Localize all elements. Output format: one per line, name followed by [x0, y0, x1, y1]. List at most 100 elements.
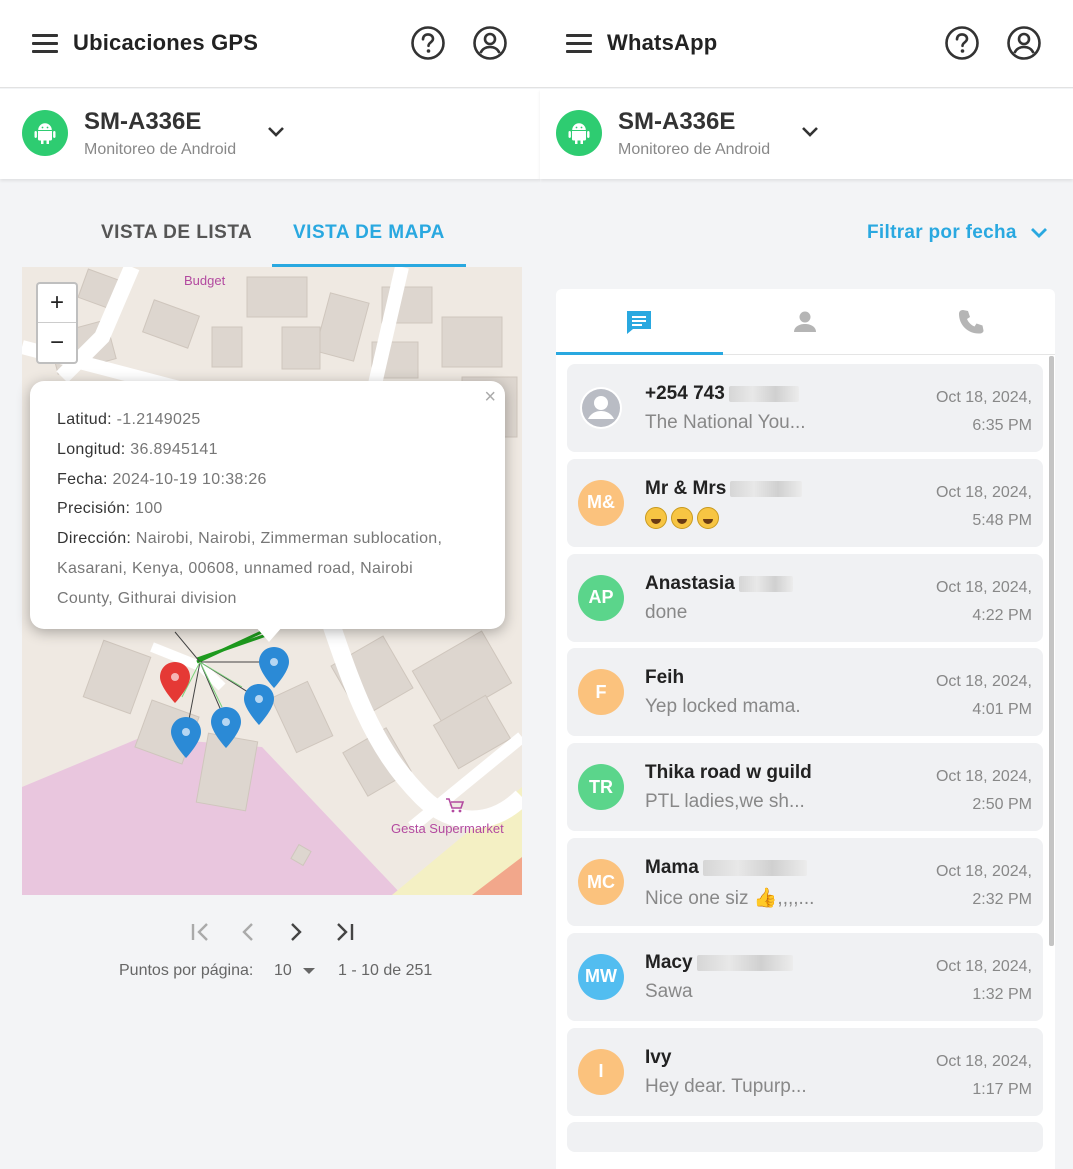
- chat-last-message: Yep locked mama.: [645, 696, 801, 718]
- popup-date: Fecha: 2024-10-19 10:38:26: [57, 470, 267, 488]
- chat-last-message: Sawa: [645, 980, 693, 1002]
- chat-item[interactable]: +254 743 The National You... Oct 18, 2024,…: [567, 364, 1043, 452]
- chat-name: Mr & Mrs: [645, 478, 803, 500]
- avatar: F: [578, 669, 624, 716]
- laughing-emoji-icon: [645, 506, 667, 529]
- chat-timestamp: Oct 18, 2024, 4:01 PM: [935, 673, 1032, 719]
- avatar: M&: [578, 479, 624, 526]
- popup-address-line3: County, Githurai division: [57, 589, 237, 607]
- scrollbar[interactable]: [1049, 356, 1054, 946]
- popup-tip: [255, 626, 283, 642]
- chat-name: Feih: [645, 667, 685, 689]
- redacted-text: [738, 575, 793, 592]
- map-label-supermarket: Gesta Supermarket: [391, 821, 504, 836]
- avatar: I: [578, 1048, 624, 1095]
- device-name: SM-A336E: [618, 108, 736, 135]
- device-selector[interactable]: SM-A336E Monitoreo de Android: [0, 89, 540, 179]
- chat-timestamp: Oct 18, 2024, 1:32 PM: [935, 957, 1032, 1003]
- chat-last-message: The National You...: [645, 412, 806, 433]
- gps-panel: Ubicaciones GPS SM-A336E Monitoreo de An…: [0, 0, 540, 1169]
- chat-name: Mama: [645, 857, 807, 879]
- tab-calls-icon[interactable]: [956, 307, 986, 337]
- chat-item[interactable]: M& Mr & Mrs Oct 18, 2024, 5:48 PM: [567, 458, 1043, 547]
- gps-top-bar: Ubicaciones GPS: [0, 0, 540, 88]
- pagination-range: 1 - 10 de 251: [338, 962, 433, 979]
- tab-active-indicator: [556, 352, 723, 355]
- android-icon: [22, 110, 68, 156]
- chat-last-message: done: [645, 601, 688, 623]
- chat-item[interactable]: I Ivy Hey dear. Tupurp... Oct 18, 2024, 1:17…: [567, 1027, 1043, 1116]
- chat-item[interactable]: MC Mama Nice one siz 👍,,,,... Oct 18, 2024,…: [567, 838, 1043, 926]
- zoom-in-button[interactable]: +: [38, 284, 76, 323]
- chat-timestamp: Oct 18, 2024, 6:35 PM: [935, 389, 1032, 434]
- popup-address: Dirección: Nairobi, Nairobi, Zimmerman s…: [57, 530, 443, 548]
- account-icon[interactable]: [472, 25, 508, 61]
- chevron-down-icon[interactable]: [800, 125, 820, 139]
- per-page-select[interactable]: 10: [274, 962, 292, 980]
- chat-timestamp: Oct 18, 2024, 5:48 PM: [935, 483, 1032, 529]
- redacted-text: [728, 385, 799, 402]
- chat-name: +254 743: [645, 383, 799, 405]
- chat-name: Macy: [645, 952, 793, 974]
- redacted-text: [730, 480, 803, 497]
- page-title: WhatsApp: [607, 30, 718, 55]
- chat-timestamp: Oct 18, 2024, 4:22 PM: [935, 578, 1032, 624]
- popup-latitude: Latitud: -1.2149025: [57, 411, 201, 428]
- laughing-emoji-icon: [671, 506, 693, 529]
- chat-last-message: PTL ladies,we sh...: [645, 791, 805, 813]
- device-selector[interactable]: SM-A336E Monitoreo de Android: [540, 89, 1073, 179]
- chat-last-message: Nice one siz 👍,,,,...: [645, 888, 815, 909]
- per-page-label: Puntos por página:: [119, 962, 254, 979]
- avatar: [578, 385, 624, 431]
- chat-tabs: [556, 289, 1055, 355]
- menu-icon[interactable]: [32, 34, 58, 54]
- redacted-text: [702, 859, 807, 876]
- tab-contacts-icon[interactable]: [790, 307, 820, 337]
- chat-timestamp: Oct 18, 2024, 2:32 PM: [935, 863, 1032, 908]
- chat-timestamp: Oct 18, 2024, 1:17 PM: [935, 1052, 1032, 1098]
- previous-page-icon[interactable]: [235, 918, 263, 946]
- chat-item[interactable]: MW Macy Sawa Oct 18, 2024, 1:32 PM: [567, 932, 1043, 1021]
- tab-map-view[interactable]: VISTA DE MAPA: [293, 222, 445, 244]
- first-page-icon[interactable]: [187, 918, 215, 946]
- tab-messages-icon[interactable]: [624, 307, 654, 337]
- whatsapp-panel: WhatsApp SM-A336E Monitoreo de Android F…: [540, 0, 1073, 1169]
- zoom-out-button[interactable]: −: [38, 323, 76, 362]
- chat-timestamp: Oct 18, 2024, 2:50 PM: [935, 768, 1032, 814]
- popup-precision: Precisión: 100: [57, 500, 163, 518]
- chevron-down-icon[interactable]: [266, 125, 286, 139]
- popup-address-line2: Kasarani, Kenya, 00608, unnamed road, Na…: [57, 559, 413, 577]
- help-icon[interactable]: [410, 25, 446, 61]
- caret-down-icon[interactable]: [302, 967, 316, 975]
- page-title: Ubicaciones GPS: [73, 30, 259, 55]
- date-filter-button[interactable]: Filtrar por fecha: [867, 222, 1017, 244]
- whatsapp-top-bar: WhatsApp: [540, 0, 1073, 88]
- map-label-budget: Budget: [184, 273, 226, 288]
- next-page-icon[interactable]: [282, 918, 310, 946]
- zoom-control: + −: [36, 282, 78, 364]
- chat-item[interactable]: AP Anastasia done Oct 18, 2024, 4:22 PM: [567, 553, 1043, 642]
- avatar: AP: [578, 574, 624, 621]
- chevron-down-icon[interactable]: [1030, 226, 1048, 240]
- avatar: TR: [578, 764, 624, 811]
- last-page-icon[interactable]: [330, 918, 358, 946]
- avatar: MW: [578, 953, 624, 1000]
- chat-item[interactable]: TR Thika road w guild PTL ladies,we sh... O…: [567, 743, 1043, 832]
- chat-name: Thika road w guild: [645, 762, 812, 784]
- device-subtitle: Monitoreo de Android: [618, 141, 771, 158]
- redacted-text: [696, 954, 793, 971]
- android-icon: [556, 110, 602, 156]
- chat-last-message: Hey dear. Tupurp...: [645, 1075, 807, 1097]
- chat-name: Ivy: [645, 1046, 672, 1068]
- account-icon[interactable]: [1006, 25, 1042, 61]
- close-icon[interactable]: ×: [484, 386, 496, 409]
- menu-icon[interactable]: [566, 34, 592, 54]
- popup-longitude: Longitud: 36.8945141: [57, 440, 218, 458]
- laughing-emoji-icon: [697, 506, 719, 529]
- tab-list-view[interactable]: VISTA DE LISTA: [101, 222, 252, 244]
- chat-item[interactable]: F Feih Yep locked mama. Oct 18, 2024, 4:01 P…: [567, 648, 1043, 737]
- chat-item[interactable]: [567, 1122, 1043, 1153]
- chat-last-message: [645, 506, 723, 529]
- device-name: SM-A336E: [84, 108, 202, 135]
- help-icon[interactable]: [944, 25, 980, 61]
